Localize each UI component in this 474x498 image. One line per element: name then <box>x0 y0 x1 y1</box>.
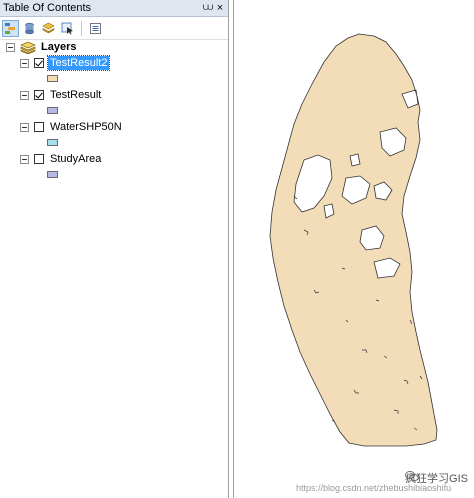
testresult2-visibility-checkbox[interactable] <box>34 58 44 68</box>
watermark: 疯狂学习GIS <box>405 470 468 486</box>
testresult-label[interactable]: TestResult <box>48 88 103 102</box>
collapse-testresult2-toggle[interactable] <box>20 58 29 68</box>
studyarea-visibility-checkbox[interactable] <box>34 154 44 164</box>
pin-icon[interactable]: ⩊ <box>202 0 214 16</box>
list-by-drawing-order-icon <box>5 22 15 34</box>
layers-root-label: Layers <box>41 41 77 53</box>
map-canvas <box>269 33 438 447</box>
list-by-source-icon <box>25 22 34 34</box>
options-button[interactable] <box>87 20 104 37</box>
collapse-testresult-toggle[interactable] <box>20 90 29 100</box>
toc-toolbar <box>0 17 228 40</box>
collapse-layers-toggle[interactable] <box>6 42 15 52</box>
studyarea-symbol-swatch[interactable] <box>47 171 58 178</box>
layers-root-row[interactable]: Layers <box>6 40 78 54</box>
watershp50n-symbol-swatch[interactable] <box>47 139 58 146</box>
list-by-selection-icon <box>61 22 73 34</box>
layer-row-testresult[interactable]: TestResult <box>20 88 103 102</box>
layer-row-testresult2[interactable]: TestResult2 <box>20 55 111 71</box>
testresult-symbol-swatch[interactable] <box>47 107 58 114</box>
layers-stack-icon <box>20 41 36 54</box>
list-by-source-button[interactable] <box>21 20 38 37</box>
toolbar-separator <box>81 20 82 36</box>
close-icon[interactable]: × <box>214 0 226 16</box>
testresult-visibility-checkbox[interactable] <box>34 90 44 100</box>
map-view[interactable]: https://blog.csdn.net/zhebushibiaoshifu … <box>233 0 474 498</box>
wechat-icon <box>405 470 419 481</box>
list-by-selection-button[interactable] <box>59 20 76 37</box>
layer-row-watershp50n[interactable]: WaterSHP50N <box>20 120 124 134</box>
collapse-studyarea-toggle[interactable] <box>20 154 29 164</box>
watershp50n-visibility-checkbox[interactable] <box>34 122 44 132</box>
list-by-visibility-icon <box>42 22 55 33</box>
testresult2-label[interactable]: TestResult2 <box>46 55 111 71</box>
options-icon <box>90 22 101 34</box>
list-by-drawing-order-button[interactable] <box>2 19 19 37</box>
layer-row-studyarea[interactable]: StudyArea <box>20 152 103 166</box>
toc-title-bar: Table Of Contents ⩊ × <box>0 0 228 17</box>
watershp50n-label[interactable]: WaterSHP50N <box>48 120 124 134</box>
testresult2-symbol-swatch[interactable] <box>47 75 58 82</box>
list-by-visibility-button[interactable] <box>40 20 57 37</box>
toc-title: Table Of Contents <box>3 2 92 14</box>
studyarea-label[interactable]: StudyArea <box>48 152 103 166</box>
collapse-watershp50n-toggle[interactable] <box>20 122 29 132</box>
table-of-contents-panel: Table Of Contents ⩊ × Layers TestResult2… <box>0 0 229 498</box>
study-area-polygon[interactable] <box>269 33 438 447</box>
